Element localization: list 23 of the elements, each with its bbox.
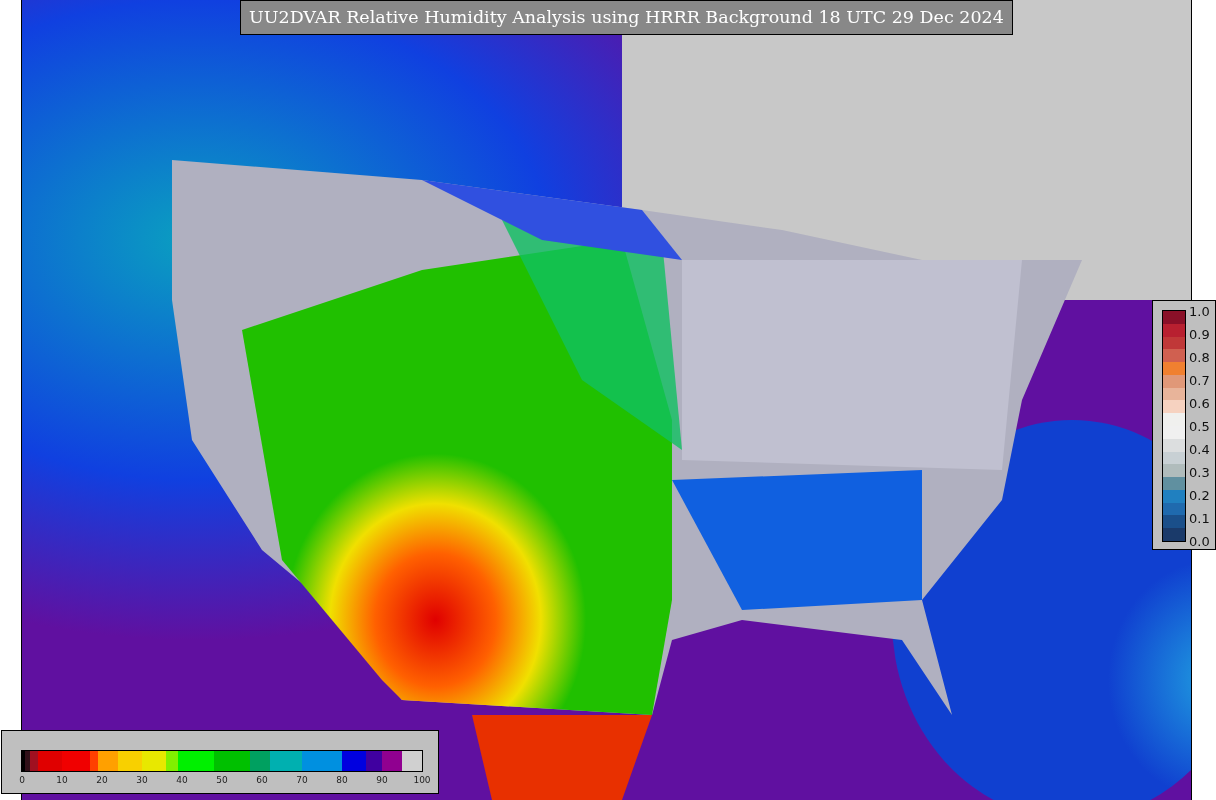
tick-label: 60 xyxy=(256,775,268,785)
tick-label: 80 xyxy=(336,775,348,785)
tick-label: 40 xyxy=(176,775,188,785)
tick-label: 30 xyxy=(136,775,148,785)
tick-label: 0.2 xyxy=(1189,487,1210,503)
tick-label: 1.0 xyxy=(1189,303,1210,319)
tick-label: 0.1 xyxy=(1189,510,1210,526)
tick-label: 0.5 xyxy=(1189,418,1210,434)
tick-label: 0.7 xyxy=(1189,372,1210,388)
tick-label: 0.9 xyxy=(1189,326,1210,342)
map-title: UU2DVAR Relative Humidity Analysis using HRRR Background 18 UTC 29 Dec 2024 xyxy=(240,0,1013,35)
tick-label: 10 xyxy=(56,775,68,785)
tick-label: 0.6 xyxy=(1189,395,1210,411)
tick-label: 70 xyxy=(296,775,308,785)
tick-label: 0 xyxy=(19,775,25,785)
tick-label: 90 xyxy=(376,775,388,785)
tick-label: 0.0 xyxy=(1189,533,1210,549)
tick-label: 20 xyxy=(96,775,108,785)
tick-label: 0.3 xyxy=(1189,464,1210,480)
tick-label: 50 xyxy=(216,775,228,785)
tick-label: 0.8 xyxy=(1189,349,1210,365)
tick-label: 100 xyxy=(413,775,431,785)
tick-label: 0.4 xyxy=(1189,441,1210,457)
